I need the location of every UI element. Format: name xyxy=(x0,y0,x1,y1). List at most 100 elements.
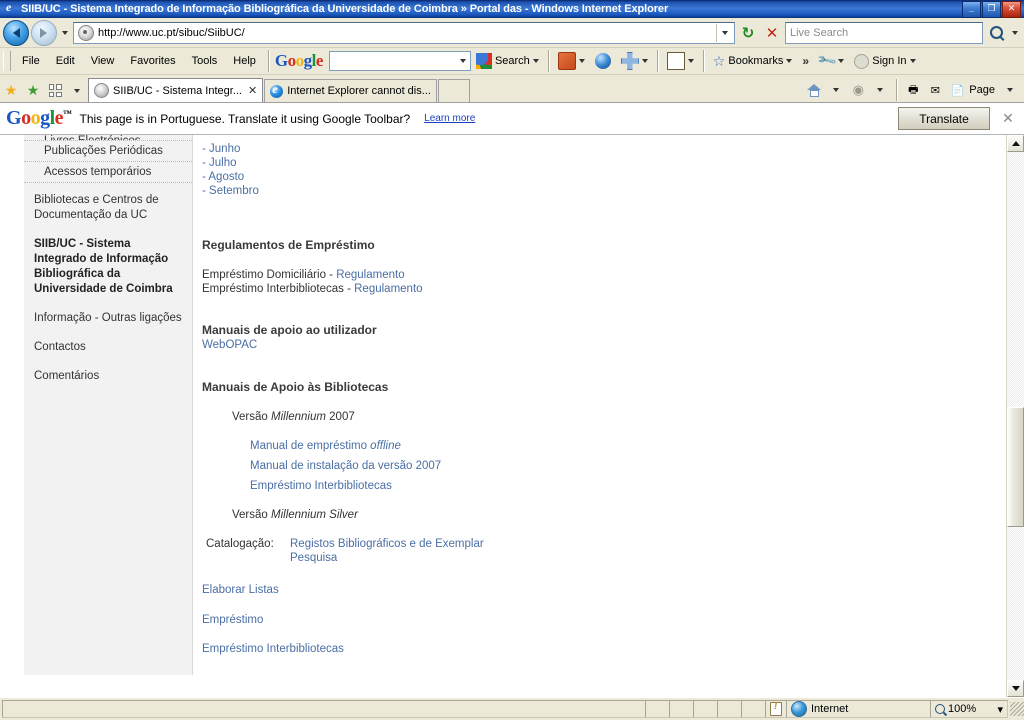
feeds-icon[interactable]: ◉ xyxy=(848,80,868,100)
manual-offline-text: Manual de empréstimo xyxy=(250,440,371,452)
zoom-control[interactable]: 100% ▾ xyxy=(930,700,1008,718)
stop-icon[interactable]: ✕ xyxy=(761,22,783,44)
read-mail-icon[interactable]: ✉ xyxy=(925,80,945,100)
google-search-button[interactable]: Search xyxy=(471,51,544,71)
scrollbar-thumb[interactable] xyxy=(1007,407,1024,527)
menu-view[interactable]: View xyxy=(83,52,123,70)
security-zone[interactable]: Internet xyxy=(786,700,931,718)
minimize-button[interactable]: _ xyxy=(962,0,981,18)
chevron-down-icon[interactable] xyxy=(532,59,539,63)
link-regulamento-domiciliario[interactable]: Regulamento xyxy=(336,269,404,281)
chevron-down-icon-signin[interactable] xyxy=(909,59,916,63)
forward-button[interactable] xyxy=(31,19,57,46)
menu-tools[interactable]: Tools xyxy=(184,52,226,70)
sidebar-item-siib-uc[interactable]: SIIB/UC - Sistema Integrado de Informaçã… xyxy=(24,230,192,304)
link-registos-bibliograficos[interactable]: Registos Bibliográficos e de Exemplar xyxy=(290,537,484,551)
tab-list-dropdown[interactable] xyxy=(66,81,88,100)
link-regulamento-interbibliotecas[interactable]: Regulamento xyxy=(354,283,422,295)
menu-file[interactable]: File xyxy=(14,52,48,70)
feeds-dropdown-icon[interactable] xyxy=(870,80,890,100)
chevron-down-icon-add[interactable] xyxy=(641,59,648,63)
link-elaborar-listas[interactable]: Elaborar Listas xyxy=(202,583,279,597)
close-button[interactable]: ✕ xyxy=(1002,0,1021,18)
menu-help[interactable]: Help xyxy=(225,52,264,70)
scroll-down-icon[interactable] xyxy=(1007,680,1024,697)
link-pesquisa[interactable]: Pesquisa xyxy=(290,551,484,565)
live-search-input[interactable]: Live Search xyxy=(785,21,983,44)
favorites-center-icon[interactable]: ★ xyxy=(22,78,44,102)
link-emprestimo[interactable]: Empréstimo xyxy=(202,613,263,627)
address-dropdown-icon[interactable] xyxy=(716,23,732,42)
google-sign-in-button[interactable]: Sign In xyxy=(849,52,920,71)
link-manual-instalacao-2007[interactable]: Manual de instalação da versão 2007 xyxy=(250,459,441,473)
print-icon[interactable]: 🖶 xyxy=(903,80,923,100)
tab-siib-uc[interactable]: SIIB/UC - Sistema Integr... ✕ xyxy=(88,78,264,102)
menu-grip-handle[interactable] xyxy=(3,51,11,71)
sidebar-item-bibliotecas[interactable]: Bibliotecas e Centros de Documentação da… xyxy=(24,183,192,230)
search-provider-dropdown-icon[interactable] xyxy=(1009,21,1021,45)
chevron-down-icon-bookmarks[interactable] xyxy=(786,59,793,63)
sidebar-item-publicacoes-periodicas[interactable]: Publicações Periódicas xyxy=(24,141,192,162)
zoom-level-label: 100% xyxy=(948,703,977,715)
zoom-dropdown-icon[interactable]: ▾ xyxy=(997,703,1003,716)
printer-icon xyxy=(666,52,685,70)
google-settings-button[interactable]: 🔧 xyxy=(814,50,849,71)
sidebar-item-acessos-temporarios[interactable]: Acessos temporários xyxy=(24,162,192,183)
link-agosto[interactable]: - Agosto xyxy=(202,170,259,184)
new-tab-button[interactable] xyxy=(437,79,470,102)
menu-favorites[interactable]: Favorites xyxy=(122,52,183,70)
google-gift-button[interactable] xyxy=(553,50,590,72)
chevron-down-icon-print[interactable] xyxy=(687,59,694,63)
scrollbar-track[interactable] xyxy=(1007,152,1024,680)
zoom-icon xyxy=(935,704,945,714)
link-manual-emprestimo-offline[interactable]: Manual de empréstimo offline xyxy=(250,439,441,453)
link-junho[interactable]: - Junho xyxy=(202,142,259,156)
translate-button[interactable]: Translate xyxy=(898,107,990,130)
status-cell-5 xyxy=(741,700,766,718)
menu-edit[interactable]: Edit xyxy=(48,52,83,70)
google-print-button[interactable] xyxy=(662,50,699,72)
chevron-down-icon-settings[interactable] xyxy=(838,59,845,63)
home-icon[interactable] xyxy=(804,80,824,100)
page-menu-icon[interactable]: 📄 xyxy=(947,80,967,100)
security-status-icon[interactable] xyxy=(765,700,787,718)
tab-close-icon[interactable]: ✕ xyxy=(248,84,257,97)
sidebar-item-informacao[interactable]: Informação - Outras ligações xyxy=(24,304,192,333)
page-dropdown-icon[interactable] xyxy=(1000,80,1020,100)
resize-grip[interactable] xyxy=(1010,702,1024,716)
page-menu-label[interactable]: Page xyxy=(969,84,998,96)
home-dropdown-icon[interactable] xyxy=(826,80,846,100)
toolbar-overflow-icon[interactable]: » xyxy=(797,54,814,68)
google-search-history-dropdown-icon[interactable] xyxy=(456,53,470,69)
google-add-button[interactable] xyxy=(616,50,653,72)
back-button[interactable] xyxy=(3,19,29,46)
refresh-icon[interactable]: ↻ xyxy=(737,22,759,44)
add-favorite-icon[interactable]: ★ xyxy=(0,78,22,102)
link-emprestimo-interbibliotecas-manual[interactable]: Empréstimo Interbibliotecas xyxy=(250,479,441,493)
maximize-button[interactable]: ❐ xyxy=(982,0,1001,18)
address-bar[interactable]: http://www.uc.pt/sibuc/SiibUC/ xyxy=(73,21,735,44)
label-catalogacao: Catalogação: xyxy=(206,538,274,550)
link-setembro[interactable]: - Setembro xyxy=(202,184,259,198)
vertical-scrollbar[interactable] xyxy=(1006,135,1024,697)
gift-icon xyxy=(557,52,576,70)
status-message xyxy=(2,700,646,718)
tab-ie-cannot-display[interactable]: Internet Explorer cannot dis... xyxy=(264,79,437,102)
google-toolbar-search-input[interactable] xyxy=(328,51,471,71)
sidebar-item-comentarios[interactable]: Comentários xyxy=(24,362,192,391)
recent-pages-dropdown-icon[interactable] xyxy=(59,21,71,45)
link-julho[interactable]: - Julho xyxy=(202,156,259,170)
search-icon[interactable] xyxy=(985,23,1007,43)
google-globe-button[interactable] xyxy=(590,51,616,71)
close-icon[interactable]: ✕ xyxy=(998,110,1018,127)
translate-notification-bar: Google™ This page is in Portuguese. Tran… xyxy=(0,103,1024,135)
versao-silver-prefix: Versão xyxy=(232,509,271,521)
link-emprestimo-interbibliotecas-bottom[interactable]: Empréstimo Interbibliotecas xyxy=(202,642,344,656)
learn-more-link[interactable]: Learn more xyxy=(424,113,475,124)
google-bookmarks-button[interactable]: ☆ Bookmarks xyxy=(708,52,798,70)
link-webopac[interactable]: WebOPAC xyxy=(202,338,257,352)
quick-tabs-button[interactable] xyxy=(44,81,66,100)
scroll-up-icon[interactable] xyxy=(1007,135,1024,152)
chevron-down-icon-gift[interactable] xyxy=(578,59,585,63)
sidebar-item-contactos[interactable]: Contactos xyxy=(24,333,192,362)
